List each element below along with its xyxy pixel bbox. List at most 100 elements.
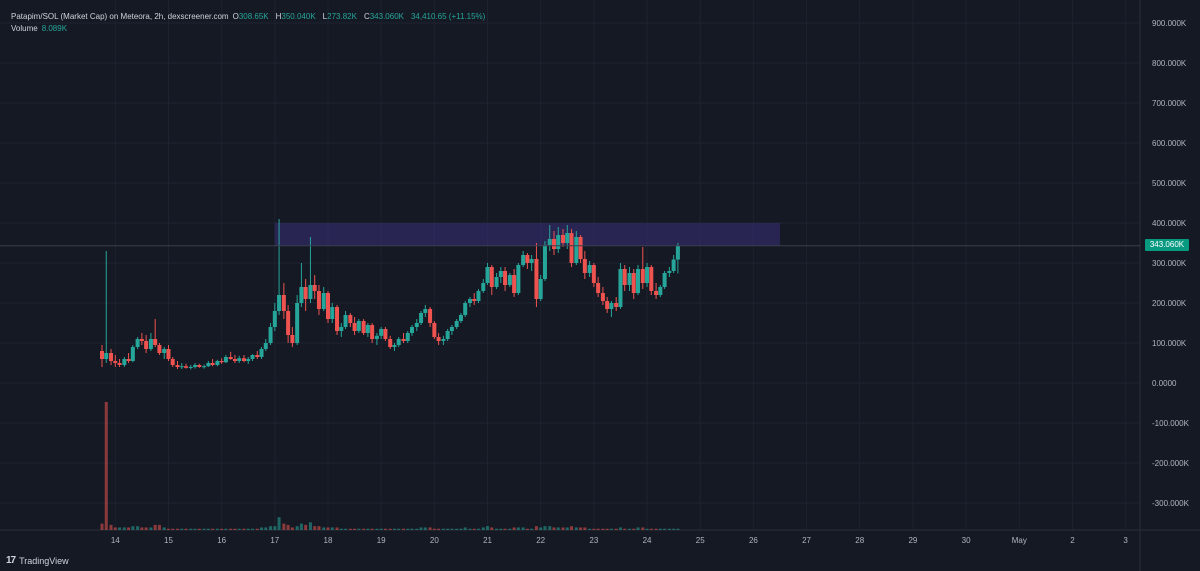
candle	[640, 247, 645, 289]
candle	[388, 335, 393, 349]
candle	[538, 275, 543, 301]
candle-body	[436, 337, 441, 341]
candle	[662, 271, 667, 289]
time-axis[interactable]: 14 15 16 17 18 19 20 21 22 23 24 25 26 27 28 29 30 May 2 3	[111, 536, 1129, 545]
volume-bar	[556, 527, 560, 530]
candle-body	[388, 339, 393, 347]
candle-body	[525, 255, 530, 263]
candle-body	[109, 353, 114, 361]
volume-bar	[304, 524, 308, 530]
candle	[206, 361, 211, 367]
candle	[428, 307, 433, 327]
volume-bar	[313, 526, 317, 530]
y-tick-label: -300.000K	[1152, 499, 1190, 508]
candle	[542, 241, 547, 281]
candle-body	[210, 363, 215, 365]
candle	[281, 283, 286, 319]
x-tick-label: 3	[1123, 536, 1128, 545]
volume-bar	[348, 528, 352, 530]
candle	[135, 337, 140, 349]
candle	[325, 291, 330, 323]
candle	[432, 321, 437, 339]
candle	[122, 357, 127, 367]
candle	[175, 361, 180, 369]
chart-legend: Patapim/SOL (Market Cap) on Meteora, 2h,…	[11, 11, 485, 35]
candle-body	[197, 365, 202, 367]
candle-body	[277, 295, 282, 311]
volume-bar	[260, 527, 264, 530]
x-tick-label: 27	[802, 536, 811, 545]
candle-body	[423, 309, 428, 313]
candle	[463, 301, 468, 317]
volume-bar	[432, 528, 436, 530]
candle	[184, 363, 189, 369]
volume-bar	[375, 528, 379, 530]
candle-body	[126, 359, 131, 361]
x-tick-label: 30	[962, 536, 971, 545]
candle-body	[441, 339, 446, 341]
resistance-zone-layer	[274, 223, 780, 246]
volume-bar	[476, 528, 480, 530]
candle	[348, 313, 353, 327]
volume-bar	[149, 527, 153, 530]
candle-body	[542, 245, 547, 279]
candle-body	[485, 267, 490, 283]
volume-bar	[211, 528, 215, 530]
volume-bar	[490, 527, 494, 530]
candle-body	[547, 239, 552, 245]
volume-bar	[561, 527, 565, 530]
candle	[485, 263, 490, 285]
price-axis[interactable]: 900.000K 800.000K 700.000K 600.000K 500.000K…	[1152, 19, 1190, 508]
candle-body	[135, 339, 140, 347]
candle	[396, 337, 401, 347]
volume-bar	[609, 528, 613, 530]
candle-body	[144, 341, 149, 349]
volume-bar	[153, 524, 157, 530]
candle-body	[374, 335, 379, 339]
volume-bar	[676, 528, 680, 530]
candle-body	[148, 339, 153, 349]
candle-body	[675, 245, 680, 260]
volume-bar	[437, 528, 441, 530]
candle	[312, 275, 317, 299]
candle-body	[410, 327, 415, 333]
volume-bar	[614, 528, 618, 530]
open-value: 308.65K	[238, 12, 269, 21]
candlestick-chart[interactable]: 900.000K 800.000K 700.000K 600.000K 500.000K…	[0, 0, 1200, 571]
volume-bar	[530, 528, 534, 530]
candle	[379, 327, 384, 339]
candle-body	[188, 367, 193, 368]
volume-bar	[388, 528, 392, 530]
candle	[645, 263, 650, 287]
candle	[237, 355, 242, 363]
candle	[521, 251, 526, 267]
candle	[489, 265, 494, 295]
volume-bar	[100, 523, 104, 530]
candle-body	[113, 361, 118, 363]
candle-body	[392, 345, 397, 347]
volume-bar	[428, 527, 432, 530]
volume-label[interactable]: Volume	[11, 23, 38, 35]
volume-bar	[113, 527, 117, 530]
candle-body	[419, 313, 424, 323]
tradingview-logo[interactable]: 17 TradingView	[6, 555, 69, 566]
volume-bar	[663, 528, 667, 530]
candle	[299, 263, 304, 307]
volume-bar	[499, 528, 503, 530]
candle-body	[246, 359, 251, 361]
candle-body	[379, 329, 384, 336]
candle-body	[609, 303, 614, 309]
volume-bar	[171, 528, 175, 530]
volume-bar	[229, 528, 233, 530]
volume-bar	[495, 528, 499, 530]
candle-body	[538, 279, 543, 299]
volume-bar	[552, 527, 556, 530]
y-tick-label: 0.0000	[1152, 379, 1177, 388]
candle-body	[170, 359, 175, 365]
volume-bar	[397, 528, 401, 530]
candle	[335, 305, 340, 335]
candle	[286, 305, 291, 343]
candle-body	[295, 303, 300, 343]
legend-title[interactable]: Patapim/SOL (Market Cap) on Meteora, 2h,…	[11, 11, 229, 23]
volume-bar	[104, 402, 108, 530]
